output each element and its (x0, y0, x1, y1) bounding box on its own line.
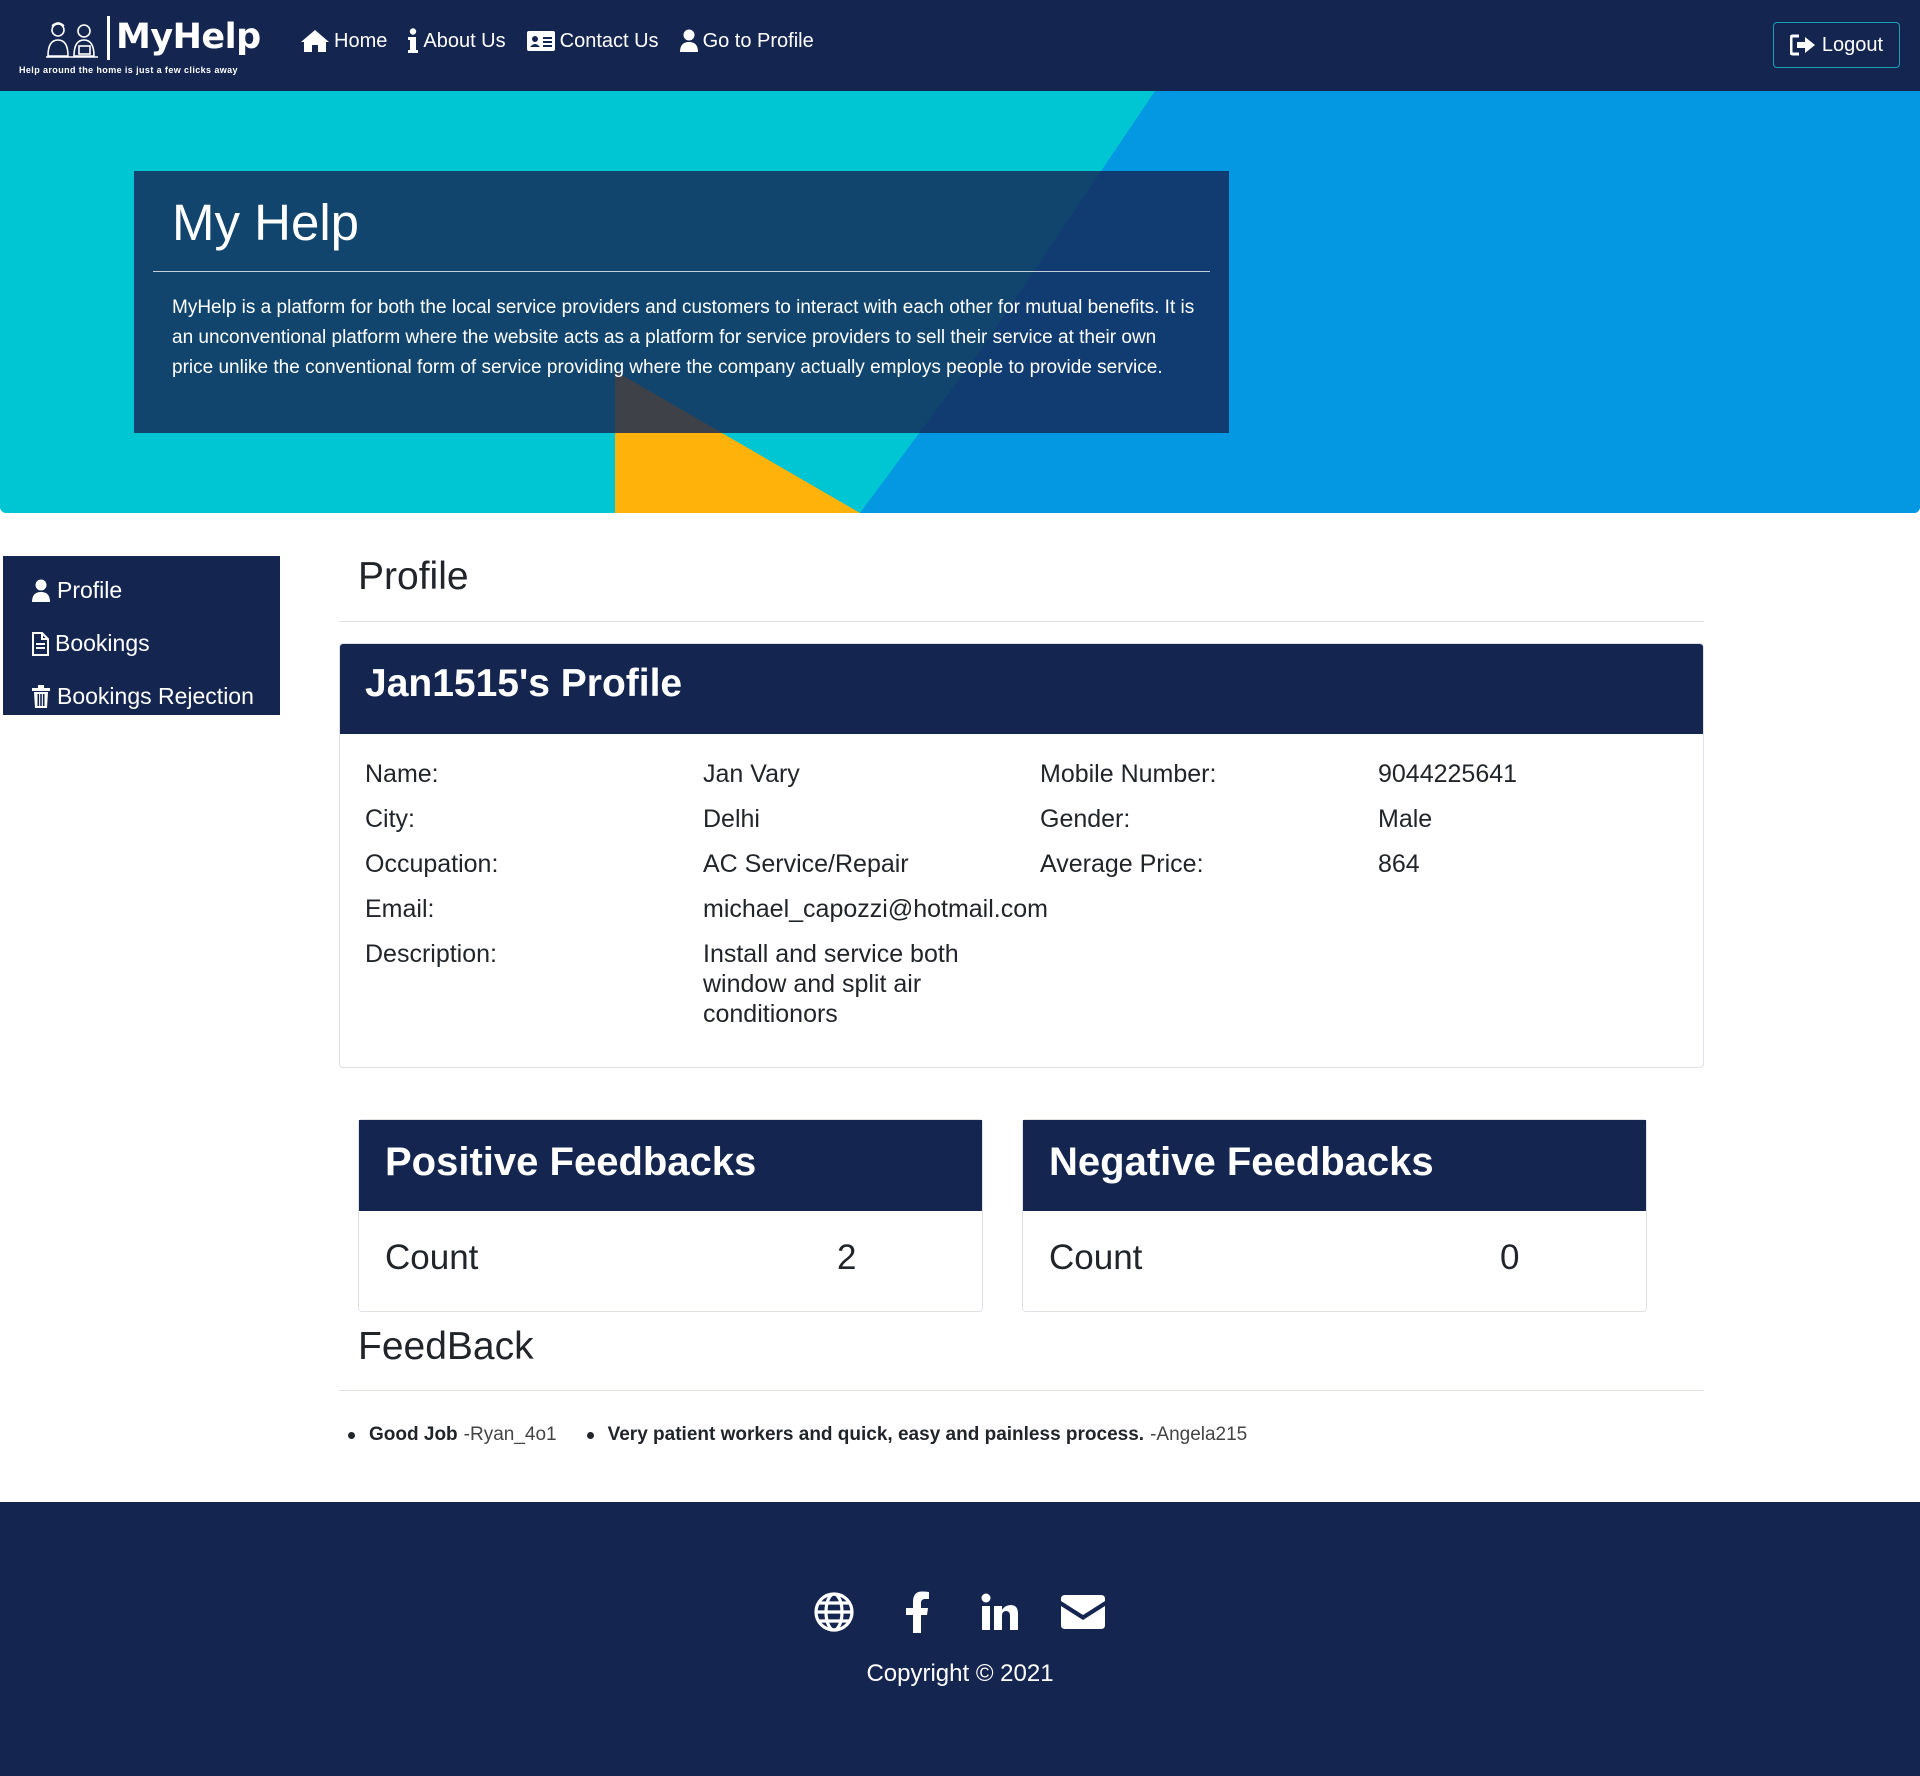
nav-links: Home About Us Contact Us Go to Profile (300, 28, 834, 54)
mobile-value: 9044225641 (1378, 760, 1518, 788)
nav-contact-link[interactable]: Contact Us (526, 29, 659, 53)
email-label: Email: (365, 895, 435, 923)
logout-label: Logout (1821, 33, 1884, 56)
sidebar-item-label: Profile (57, 577, 123, 603)
linkedin-icon[interactable] (978, 1590, 1022, 1634)
positive-feedback-card: Positive Feedbacks Count 2 (358, 1119, 983, 1312)
facebook-icon[interactable] (895, 1590, 939, 1634)
negative-count-value: 0 (1500, 1238, 1520, 1277)
nav-contact-label: Contact Us (559, 29, 659, 52)
envelope-icon[interactable] (1061, 1590, 1105, 1634)
mobile-label: Mobile Number: (1040, 760, 1217, 788)
section-divider (339, 621, 1704, 622)
sidebar: Profile Bookings Bookings Rejection (3, 556, 280, 715)
feedback-author: -Angela215 (1150, 1424, 1248, 1445)
description-value: Install and service both window and spli… (703, 940, 959, 1028)
hero-banner: My Help MyHelp is a platform for both th… (0, 91, 1920, 513)
gender-label: Gender: (1040, 805, 1131, 833)
brand-divider (107, 16, 110, 60)
nav-profile-link[interactable]: Go to Profile (679, 29, 814, 53)
negative-feedback-header: Negative Feedbacks (1023, 1120, 1646, 1211)
positive-count-label: Count (385, 1238, 479, 1277)
nav-about-link[interactable]: About Us (407, 28, 506, 54)
positive-feedback-title: Positive Feedbacks (385, 1140, 757, 1184)
footer: Copyright © 2021 (0, 1502, 1920, 1776)
top-navbar: MyHelp Help around the home is just a fe… (0, 0, 1920, 91)
bullet (348, 1431, 355, 1439)
negative-feedback-title: Negative Feedbacks (1049, 1140, 1434, 1184)
list-item: Very patient workers and quick, easy and… (586, 1424, 1248, 1446)
feedback-list: Good Job -Ryan_4o1 Very patient workers … (348, 1424, 1277, 1446)
bullet (586, 1431, 594, 1439)
user-icon (679, 29, 698, 52)
profile-card: Jan1515's Profile Name: Jan Vary Mobile … (339, 643, 1704, 1068)
feedback-text: Very patient workers and quick, easy and… (607, 1424, 1145, 1445)
id-card-icon (526, 31, 555, 51)
feedback-text: Good Job (369, 1424, 458, 1445)
city-label: City: (365, 805, 415, 833)
sign-out-icon (1789, 34, 1815, 56)
sidebar-item-profile[interactable]: Profile (3, 564, 280, 617)
hero-content-box: My Help MyHelp is a platform for both th… (134, 171, 1229, 433)
brand-name: MyHelp (116, 17, 261, 57)
description-label: Description: (365, 940, 497, 968)
city-value: Delhi (703, 805, 760, 833)
info-icon (408, 28, 419, 53)
nav-home-link[interactable]: Home (300, 29, 387, 53)
occupation-value: AC Service/Repair (703, 850, 909, 878)
copyright-text: Copyright © 2021 (866, 1660, 1054, 1687)
name-label: Name: (365, 760, 439, 788)
nav-about-label: About Us (423, 29, 506, 52)
document-icon (32, 631, 49, 656)
hero-divider (153, 271, 1210, 272)
positive-count-value: 2 (837, 1238, 857, 1277)
positive-feedback-header: Positive Feedbacks (359, 1120, 982, 1211)
trash-icon (32, 684, 50, 708)
hero-title: My Help (172, 194, 360, 251)
logout-button[interactable]: Logout (1773, 22, 1900, 68)
social-links (812, 1590, 1144, 1634)
nav-profile-label: Go to Profile (702, 29, 814, 52)
email-value: michael_capozzi@hotmail.com (703, 895, 1048, 923)
section-title-profile: Profile (358, 555, 469, 598)
globe-icon[interactable] (812, 1590, 856, 1634)
name-value: Jan Vary (703, 760, 800, 788)
hero-description: MyHelp is a platform for both the local … (172, 297, 1195, 378)
brand-logo[interactable]: MyHelp Help around the home is just a fe… (18, 14, 278, 78)
profile-card-header: Jan1515's Profile (340, 644, 1703, 734)
gender-value: Male (1378, 805, 1433, 833)
sidebar-item-bookings-rejection[interactable]: Bookings Rejection (3, 670, 280, 723)
list-item: Good Job -Ryan_4o1 (348, 1424, 557, 1446)
negative-count-label: Count (1049, 1238, 1143, 1277)
brand-tagline: Help around the home is just a few click… (19, 65, 238, 75)
sidebar-item-label: Bookings Rejection (57, 683, 254, 709)
average-price-label: Average Price: (1040, 850, 1204, 878)
profile-heading: Jan1515's Profile (365, 662, 683, 705)
nav-home-label: Home (334, 29, 388, 52)
workers-logo-icon (46, 22, 98, 58)
section-divider (339, 1390, 1704, 1391)
occupation-label: Occupation: (365, 850, 499, 878)
negative-feedback-card: Negative Feedbacks Count 0 (1022, 1119, 1647, 1312)
home-icon (301, 30, 329, 52)
sidebar-item-bookings[interactable]: Bookings (3, 617, 280, 670)
sidebar-item-label: Bookings (55, 630, 150, 656)
section-title-feedback: FeedBack (358, 1325, 534, 1368)
feedback-author: -Ryan_4o1 (463, 1424, 557, 1445)
average-price-value: 864 (1378, 850, 1420, 878)
user-icon (32, 579, 50, 602)
